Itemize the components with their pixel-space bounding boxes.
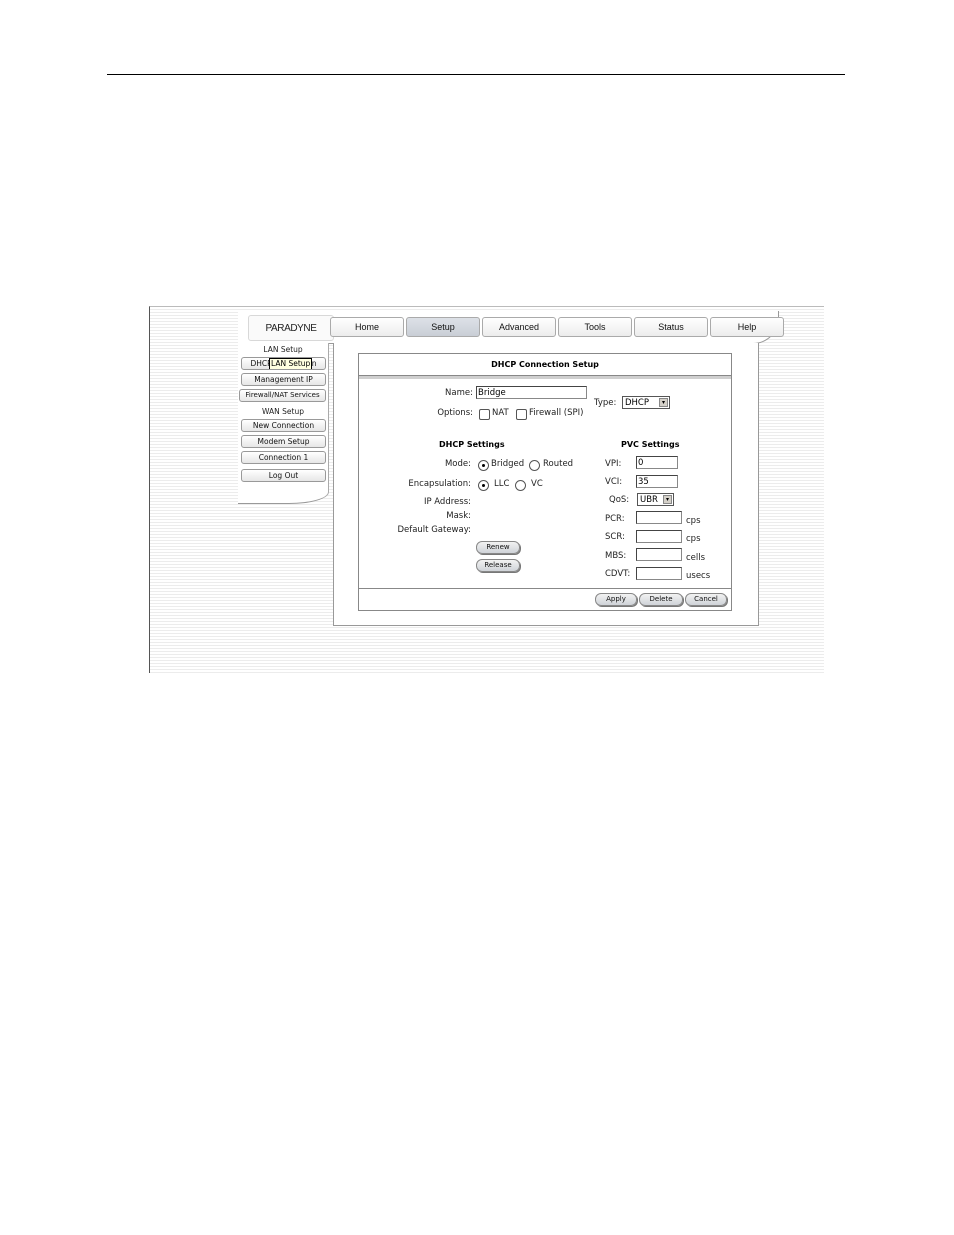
cdvt-unit: usecs [686,571,711,581]
mode-label: Mode: [444,459,471,469]
panel-footer: Apply Delete Cancel [359,588,731,610]
tooltip: LAN Setup [269,358,313,369]
tab-home[interactable]: Home [330,317,404,337]
mode-bridged-label: Bridged [491,459,525,469]
tab-help[interactable]: Help [710,317,784,337]
pcr-label: PCR: [605,514,625,524]
scr-unit: cps [686,534,701,544]
sidebar-heading-wan: WAN Setup [262,407,304,416]
sidebar-item-firewall-nat[interactable]: Firewall/NAT Services [239,389,326,402]
default-gateway-label: Default Gateway: [397,525,471,535]
main-tabs: Home Setup Advanced Tools Status Help [330,317,786,337]
scr-input[interactable] [636,530,682,543]
apply-button[interactable]: Apply [595,593,637,606]
sidebar-heading-lan: LAN Setup [263,345,303,354]
pcr-input[interactable] [636,511,682,524]
sidebar-item-dhcp-connection[interactable]: DHCP Connection LAN Setup [241,357,326,370]
qos-label: QoS: [609,495,630,505]
cdvt-label: CDVT: [605,569,631,579]
pvc-settings-heading: PVC Settings [621,440,680,449]
delete-button[interactable]: Delete [639,593,683,606]
sidebar-item-modem-setup[interactable]: Modem Setup [241,435,326,448]
cancel-button[interactable]: Cancel [685,593,727,606]
encapsulation-label: Encapsulation: [408,479,471,489]
type-select[interactable]: DHCP ▾ [622,396,670,409]
cdvt-input[interactable] [636,567,682,580]
chevron-down-icon: ▾ [663,495,672,504]
nat-checkbox[interactable] [479,409,490,420]
sidebar-item-connection-1[interactable]: Connection 1 [241,451,326,464]
tab-advanced[interactable]: Advanced [482,317,556,337]
main-content: DHCP Connection Setup Name: Bridge Optio… [333,343,759,626]
tab-setup[interactable]: Setup [406,317,480,337]
vpi-input[interactable]: 0 [636,456,678,469]
encap-llc-radio[interactable] [478,480,489,491]
qos-select[interactable]: UBR ▾ [637,493,674,506]
mode-routed-radio[interactable] [529,460,540,471]
type-label: Type: [594,398,617,408]
firewall-label: Firewall (SPI) [529,408,584,418]
mode-routed-label: Routed [543,459,574,469]
release-button[interactable]: Release [476,559,520,572]
router-web-ui-screenshot: PARADYNE Home Setup Advanced Tools Statu… [149,306,824,673]
dhcp-connection-panel: DHCP Connection Setup Name: Bridge Optio… [358,353,732,611]
name-label: Name: [445,388,473,398]
dhcp-settings-heading: DHCP Settings [439,440,505,449]
sidebar-item-management-ip[interactable]: Management IP [241,373,326,386]
qos-select-value: UBR [640,495,658,505]
ip-address-label: IP Address: [423,497,471,507]
mbs-unit: cells [686,553,706,563]
panel-divider [359,375,731,379]
tab-status[interactable]: Status [634,317,708,337]
logout-button[interactable]: Log Out [241,469,326,482]
options-label: Options: [437,408,473,418]
encap-llc-label: LLC [494,479,510,489]
sidebar-item-new-connection[interactable]: New Connection [241,419,326,432]
scr-label: SCR: [605,532,625,542]
tab-tools[interactable]: Tools [558,317,632,337]
sidebar: LAN Setup DHCP Connection LAN Setup Mana… [238,343,329,504]
encap-vc-radio[interactable] [515,480,526,491]
firewall-checkbox[interactable] [516,409,527,420]
page-header-rule [107,74,845,75]
paradyne-logo: PARADYNE [248,315,334,341]
vci-label: VCI: [605,477,623,487]
mask-label: Mask: [446,511,471,521]
encap-vc-label: VC [531,479,543,489]
vci-input[interactable]: 35 [636,475,678,488]
type-select-value: DHCP [625,398,649,408]
mbs-label: MBS: [605,551,627,561]
mbs-input[interactable] [636,548,682,561]
vpi-label: VPI: [605,459,622,469]
panel-title: DHCP Connection Setup [491,360,599,369]
name-input[interactable]: Bridge [476,386,587,399]
nat-label: NAT [492,408,509,418]
chevron-down-icon: ▾ [659,398,668,407]
pcr-unit: cps [686,516,701,526]
mode-bridged-radio[interactable] [478,460,489,471]
renew-button[interactable]: Renew [476,541,520,554]
